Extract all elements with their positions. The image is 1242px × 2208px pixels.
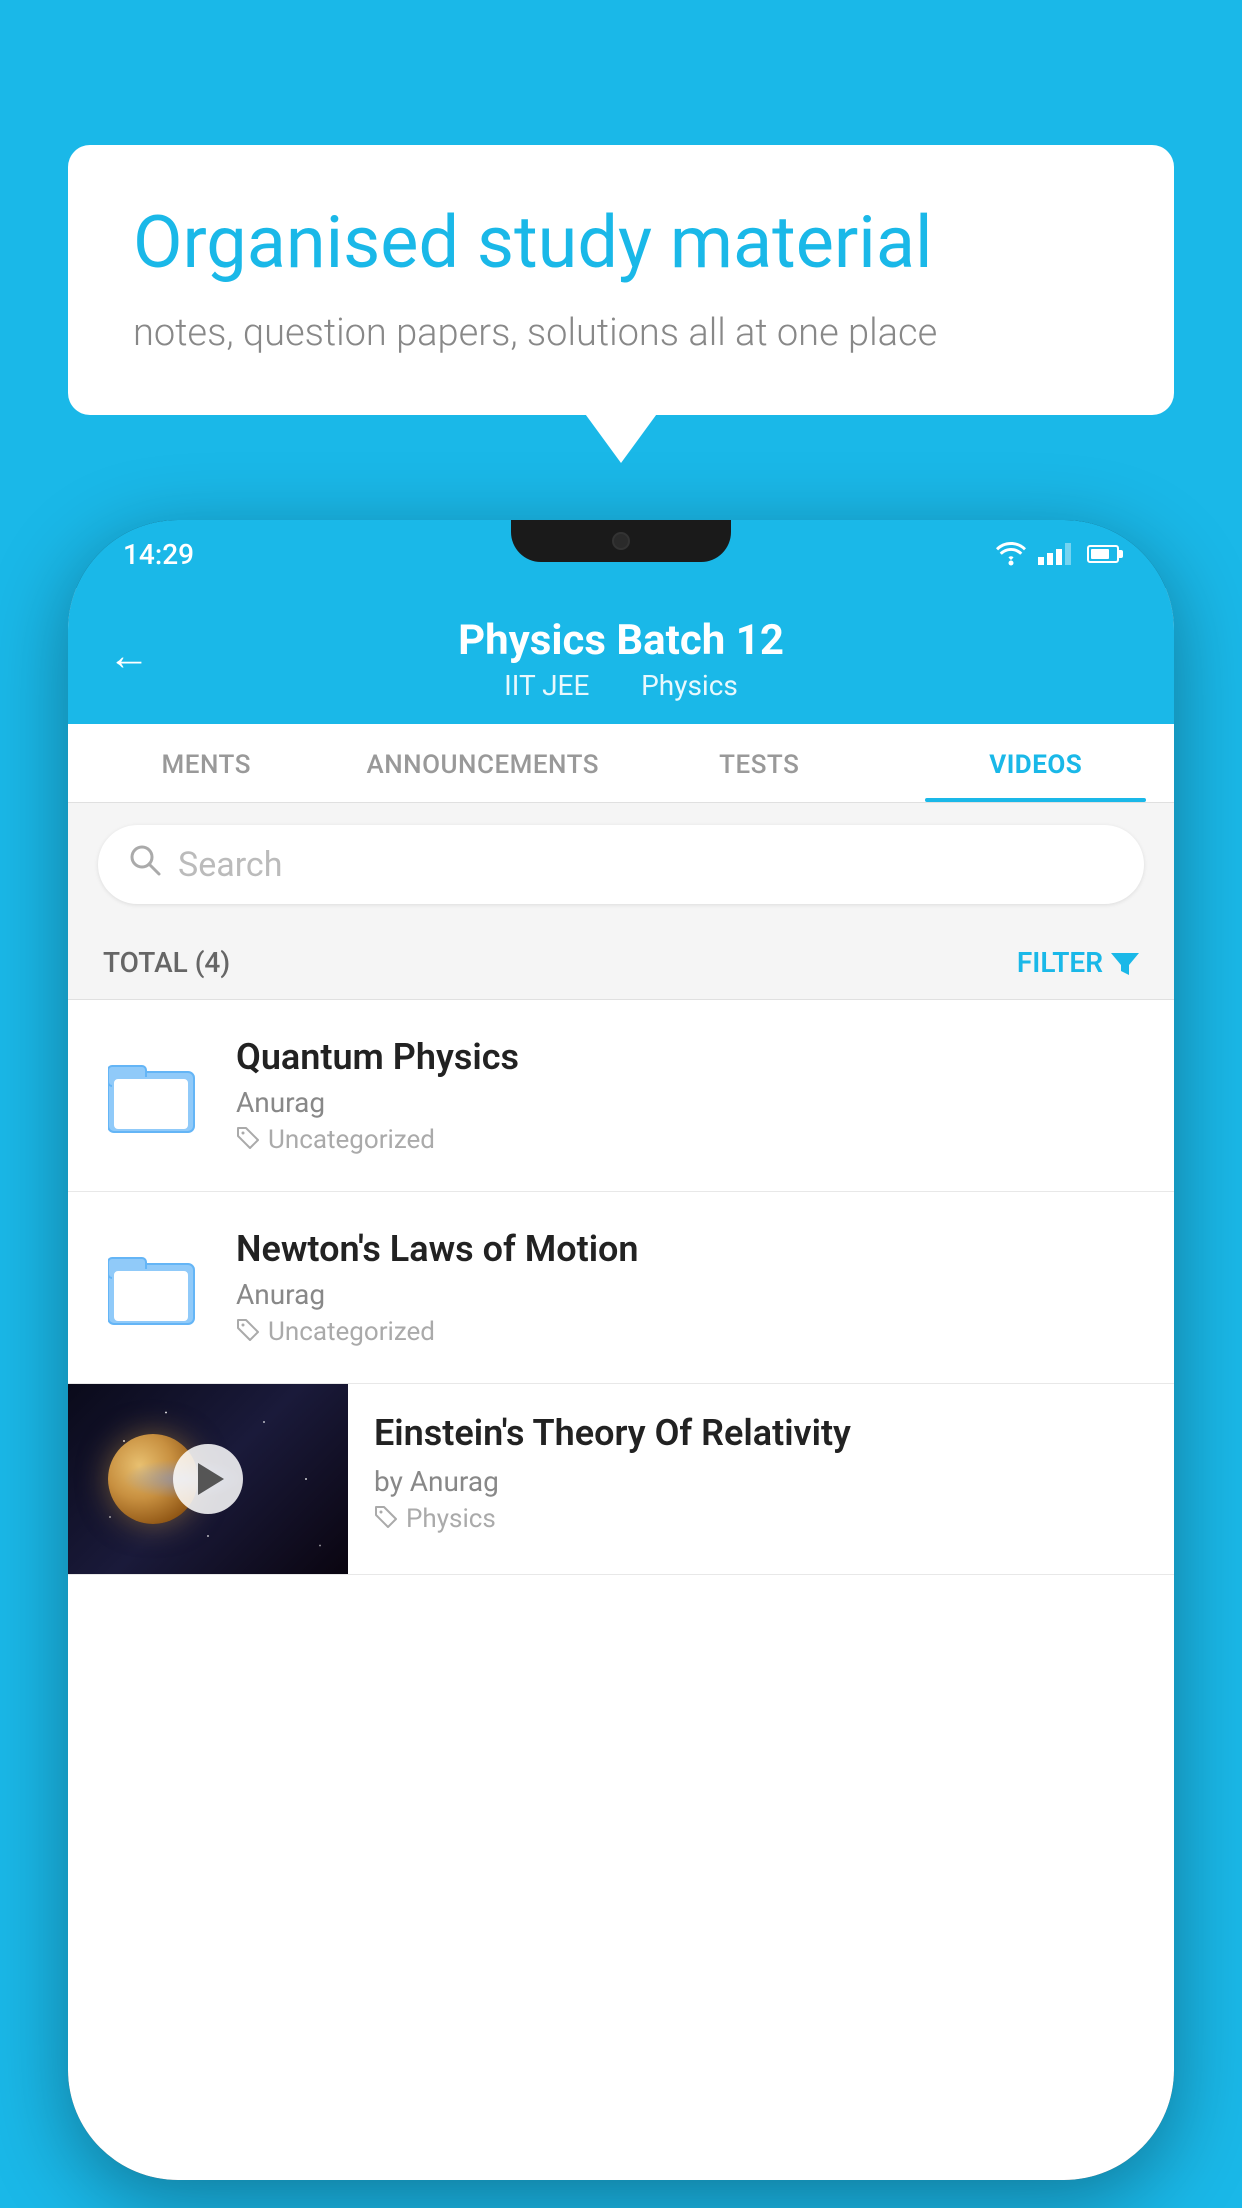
search-icon <box>128 843 162 886</box>
header-subtitle-physics: Physics <box>641 669 738 702</box>
tab-tests[interactable]: TESTS <box>621 724 898 802</box>
video-info-quantum: Quantum Physics Anurag Uncategorized <box>236 1036 1144 1155</box>
tag-icon <box>236 1318 260 1346</box>
play-triangle <box>198 1463 224 1495</box>
search-bar-container: Search <box>68 803 1174 926</box>
tag-icon <box>374 1505 398 1533</box>
video-title: Einstein's Theory Of Relativity <box>374 1410 1154 1457</box>
folder-icon <box>108 1056 198 1136</box>
speech-bubble: Organised study material notes, question… <box>68 145 1174 415</box>
folder-thumb-newton <box>98 1233 208 1343</box>
back-button[interactable]: ← <box>108 632 150 681</box>
tag-text: Uncategorized <box>268 1125 435 1155</box>
folder-icon <box>108 1248 198 1328</box>
video-tag: Uncategorized <box>236 1317 1144 1347</box>
header-subtitle: IIT JEE Physics <box>492 669 750 702</box>
camera-dot <box>612 532 630 550</box>
search-placeholder: Search <box>178 845 282 885</box>
filter-icon <box>1111 949 1139 977</box>
video-info-newton: Newton's Laws of Motion Anurag Uncategor… <box>236 1228 1144 1347</box>
filter-button[interactable]: FILTER <box>1017 946 1139 979</box>
list-item[interactable]: Einstein's Theory Of Relativity by Anura… <box>68 1384 1174 1575</box>
header-subtitle-iit: IIT JEE <box>504 669 589 702</box>
search-bar[interactable]: Search <box>98 825 1144 904</box>
bubble-subtitle: notes, question papers, solutions all at… <box>133 311 1109 355</box>
tag-text: Physics <box>406 1504 496 1534</box>
phone-notch <box>511 520 731 562</box>
list-item[interactable]: Newton's Laws of Motion Anurag Uncategor… <box>68 1192 1174 1384</box>
status-time: 14:29 <box>123 538 194 571</box>
list-item[interactable]: Quantum Physics Anurag Uncategorized <box>68 1000 1174 1192</box>
video-author: Anurag <box>236 1278 1144 1311</box>
app-header: ← Physics Batch 12 IIT JEE Physics <box>68 588 1174 724</box>
wifi-icon <box>996 542 1026 566</box>
video-list: Quantum Physics Anurag Uncategorized <box>68 1000 1174 1575</box>
video-title: Newton's Laws of Motion <box>236 1228 1144 1270</box>
video-tag: Uncategorized <box>236 1125 1144 1155</box>
tab-videos[interactable]: VIDEOS <box>898 724 1175 802</box>
status-bar: 14:29 <box>68 520 1174 588</box>
video-author: Anurag <box>236 1086 1144 1119</box>
status-icons <box>996 542 1119 566</box>
play-button[interactable] <box>173 1444 243 1514</box>
video-title: Quantum Physics <box>236 1036 1144 1078</box>
video-info-einstein: Einstein's Theory Of Relativity by Anura… <box>348 1384 1174 1554</box>
bubble-title: Organised study material <box>133 200 1109 286</box>
folder-thumb-quantum <box>98 1041 208 1151</box>
tab-ments[interactable]: MENTS <box>68 724 345 802</box>
phone-screen: ← Physics Batch 12 IIT JEE Physics MENTS… <box>68 588 1174 2180</box>
phone-frame: 14:29 <box>68 520 1174 2180</box>
speech-bubble-container: Organised study material notes, question… <box>68 145 1174 415</box>
video-author: by Anurag <box>374 1465 1154 1498</box>
tab-announcements[interactable]: ANNOUNCEMENTS <box>345 724 622 802</box>
tag-text: Uncategorized <box>268 1317 435 1347</box>
battery-icon <box>1087 545 1119 563</box>
total-count: TOTAL (4) <box>103 946 230 979</box>
video-thumbnail-einstein <box>68 1384 348 1574</box>
filter-bar: TOTAL (4) FILTER <box>68 926 1174 1000</box>
tag-icon <box>236 1126 260 1154</box>
header-title: Physics Batch 12 <box>458 616 784 665</box>
tabs-bar: MENTS ANNOUNCEMENTS TESTS VIDEOS <box>68 724 1174 803</box>
signal-bars <box>1038 543 1071 565</box>
video-tag: Physics <box>374 1504 1154 1534</box>
filter-label: FILTER <box>1017 946 1103 979</box>
